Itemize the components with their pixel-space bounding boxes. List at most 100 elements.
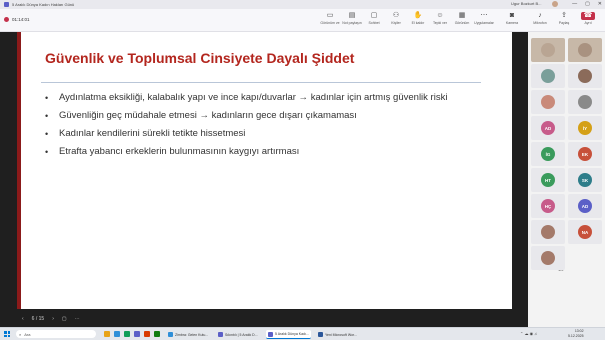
pinned-app-icon[interactable] [134,331,140,337]
pinned-app-icon[interactable] [154,331,160,337]
toolbar-button-label: Görünüm ve [320,21,340,25]
pinned-app-icon[interactable] [114,331,120,337]
bullet-icon: • [45,129,49,139]
toolbar-button-label: Kamera [505,21,519,25]
taskbar-app-button[interactable]: Yeni Microsoft Wor... [316,330,359,339]
participant-tile[interactable]: HT [531,168,565,192]
avatar [578,69,592,83]
rooms-button[interactable]: ▦ Görünüm [451,12,473,25]
avatar: İG [541,147,555,161]
slide-title: Güvenlik ve Toplumsal Cinsiyete Dayalı Ş… [45,50,355,66]
participant-tile[interactable] [568,90,602,114]
people-button[interactable]: ⚇ Kişiler [385,12,407,25]
slide-page-counter: 6 / 15 [31,316,45,322]
participant-tile[interactable] [531,90,565,114]
prev-slide-icon[interactable]: ‹ [22,316,24,322]
participant-tile[interactable]: EK [568,142,602,166]
taskbar-app-label: 5 Aralık Dünya Kadı... [275,332,309,336]
participant-tile[interactable] [531,220,565,244]
participant-tile[interactable]: NA [568,220,602,244]
slide-bullet-list: • Aydınlatma eksikliği, kalabalık yapı ve… [45,92,485,164]
app-icon [218,332,223,337]
avatar: HÇ [541,199,555,213]
screen-button[interactable]: ▭ Görünüm ve [319,12,341,25]
window-title: 5 Aralık Dünya Kadın Hakları Günü [12,2,75,7]
avatar: İY [578,121,592,135]
bullet-icon: • [45,147,49,157]
toolbar-button-label: Kişiler [391,21,401,25]
app-icon [268,331,273,337]
raise-hand-icon: ✋ [413,12,423,19]
camera-icon: ◙ [509,12,515,19]
avatar: SK [578,173,592,187]
teams-app-icon [4,2,9,7]
close-window-button[interactable]: ✕ [598,1,602,7]
participant-tile[interactable] [531,38,565,62]
rooms-icon: ▦ [458,12,466,19]
search-icon: ⌕ [19,331,22,337]
maximize-button[interactable]: ▢ [585,1,590,7]
window-controls: — ▢ ✕ [572,1,602,7]
toolbar-button-label: Mikrofon [533,21,547,25]
pinned-app-icon[interactable] [104,331,110,337]
slide-bullet: • Güvenliğin geç müdahale etmesi → kadınl… [45,110,357,121]
participant-tile[interactable] [531,246,565,270]
search-label: Ara [24,331,31,337]
presentation-slide: Güvenlik ve Toplumsal Cinsiyete Dayalı Ş… [17,32,512,309]
taskbar-clock[interactable]: 13:02 5.12.2025 [568,329,584,339]
participant-tile[interactable]: AD [531,116,565,140]
avatar [541,69,555,83]
camera-button[interactable]: ◙ Kamera [501,12,523,25]
avatar: AD [578,199,592,213]
taskbar-app-button[interactable]: Zimbra: Gelen Kutu... [166,330,210,339]
user-avatar[interactable] [552,1,558,7]
system-tray[interactable]: ⌃ ☁ ◉ ♫ [520,331,537,336]
slide-bullet: • Etrafta yabancı erkeklerin bulunmasının… [45,146,300,157]
chat-button[interactable]: ▢ Sohbet [363,12,385,25]
participant-tile[interactable] [568,64,602,88]
start-button-icon[interactable] [4,331,10,337]
participant-tile[interactable]: İG [531,142,565,166]
people-icon: ⚇ [392,12,400,19]
minimize-button[interactable]: — [572,1,577,7]
participant-tile[interactable]: SK [568,168,602,192]
taskbar-search[interactable]: ⌕ Ara [16,330,96,338]
signed-in-user[interactable]: Ugur Bozkurt B... [511,1,541,6]
pinned-app-icon[interactable] [124,331,130,337]
more-button[interactable]: ⋯ Uygulamalar [473,12,495,25]
mic-icon: ♪ [538,12,542,19]
taskbar-app-button[interactable]: Sıkıntılı | 5 Aralık D... [216,330,260,339]
share-icon: ⇪ [561,12,567,19]
react-button[interactable]: ☺ Tepki ver [429,12,451,25]
avatar: HT [541,173,555,187]
popout-icon[interactable]: ▢ [62,316,67,322]
leave-button[interactable]: ☎ Ayrıl [577,12,599,25]
participant-tile[interactable]: İY [568,116,602,140]
more-options-icon[interactable]: ⋯ [75,316,80,322]
app-icon [168,332,173,337]
taskbar-app-label: Sıkıntılı | 5 Aralık D... [225,332,258,337]
participant-tile[interactable] [531,64,565,88]
mic-button[interactable]: ♪ Mikrofon [529,12,551,25]
notes-button[interactable]: ▤ Not paylaşın [341,12,363,25]
screen-icon: ▭ [326,12,334,19]
notes-icon: ▤ [348,12,356,19]
avatar [578,43,592,57]
raise-hand-button[interactable]: ✋ El kaldır [407,12,429,25]
taskbar-app-button[interactable]: 5 Aralık Dünya Kadı... [266,330,311,339]
avatar [541,225,555,239]
more-icon: ⋯ [480,12,488,19]
toolbar-button-label: Görünüm [454,21,470,25]
avatar: AD [541,121,555,135]
next-slide-icon[interactable]: › [52,316,54,322]
slide-navigation: ‹ 6 / 15 › ▢ ⋯ [0,313,80,325]
avatar [578,95,592,109]
participant-tile[interactable]: AD [568,194,602,218]
participant-tile[interactable] [568,38,602,62]
participant-tile[interactable]: HÇ [531,194,565,218]
share-button[interactable]: ⇪ Paylaş [553,12,575,25]
pinned-app-icon[interactable] [144,331,150,337]
meeting-timer: 01:14:01 [12,17,30,22]
taskbar-app-label: Yeni Microsoft Wor... [325,332,357,337]
avatar: NA [578,225,592,239]
